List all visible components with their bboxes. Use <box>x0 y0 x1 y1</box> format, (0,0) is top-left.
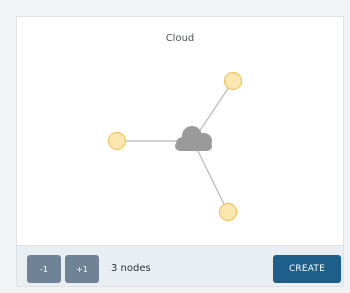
increment-button[interactable]: +1 <box>65 255 99 283</box>
cloud-icon <box>175 126 212 151</box>
graph-edge <box>192 140 229 213</box>
graph-node[interactable] <box>223 71 243 91</box>
graph-svg <box>107 71 243 222</box>
decrement-button[interactable]: -1 <box>27 255 61 283</box>
graph-node[interactable] <box>107 131 127 151</box>
panel-footer: -1 +1 3 nodes CREATE <box>17 245 343 286</box>
graph-canvas: Cloud <box>17 17 343 245</box>
graph-edges <box>117 80 234 213</box>
graph-node[interactable] <box>218 202 238 222</box>
create-button[interactable]: CREATE <box>273 255 341 283</box>
node-count: 3 nodes <box>111 263 151 274</box>
cloud-panel: Cloud -1 +1 3 nodes CREATE <box>16 16 344 287</box>
